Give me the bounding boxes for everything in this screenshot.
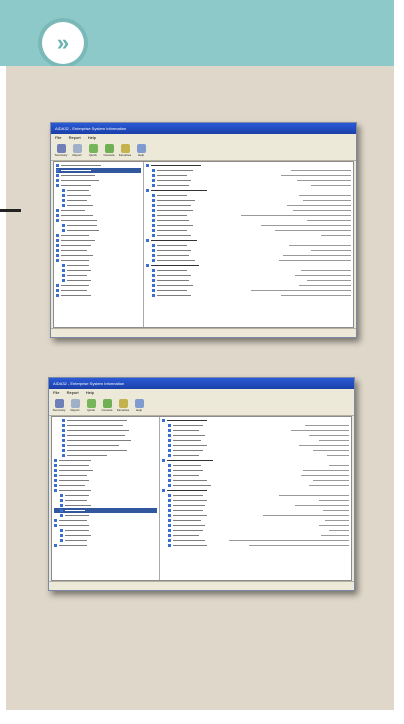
menu-item[interactable]: File [53,390,59,395]
menu-item[interactable]: Help [88,135,96,140]
toolbar-button[interactable]: Summary [53,398,65,414]
menu-item[interactable]: Report [67,390,79,395]
properties-list [144,162,353,327]
device-tree[interactable] [54,162,144,327]
toolbar-button[interactable]: Help [135,143,147,159]
toolbar-button[interactable]: Report [71,143,83,159]
toolbar-button[interactable]: Help [133,398,145,414]
menu-item[interactable]: File [55,135,61,140]
window-title: AIDA32 - Enterprise System Information [49,378,354,389]
toolbar-button[interactable]: Summary [55,143,67,159]
screenshot-1: AIDA32 - Enterprise System Information F… [50,122,357,338]
toolbar-button[interactable]: Favorites [119,143,131,159]
device-tree[interactable] [52,417,160,580]
toolbar-button[interactable]: Quick [87,143,99,159]
page-edge [398,0,404,724]
toolbar-button[interactable]: Report [69,398,81,414]
margin-dash [0,209,21,212]
toolbar: Summary Report Quick Console Favorites H… [51,142,356,161]
window-body [53,161,354,328]
double-chevron-right-icon: » [42,22,84,64]
status-bar [51,328,356,337]
screenshot-2: AIDA32 - Enterprise System Information F… [48,377,355,591]
menu-bar: File Report Help [49,389,354,397]
menu-bar: File Report Help [51,134,356,142]
toolbar-button[interactable]: Console [101,398,113,414]
toolbar-button[interactable]: Quick [85,398,97,414]
content-panel: AIDA32 - Enterprise System Information F… [6,66,394,710]
status-bar [49,581,354,590]
window-title: AIDA32 - Enterprise System Information [51,123,356,134]
window-body [51,416,352,581]
header-bar: » [0,0,394,66]
toolbar: Summary Report Quick Console Favorites H… [49,397,354,416]
toolbar-button[interactable]: Favorites [117,398,129,414]
menu-item[interactable]: Help [86,390,94,395]
properties-list [160,417,351,580]
toolbar-button[interactable]: Console [103,143,115,159]
menu-item[interactable]: Report [69,135,81,140]
